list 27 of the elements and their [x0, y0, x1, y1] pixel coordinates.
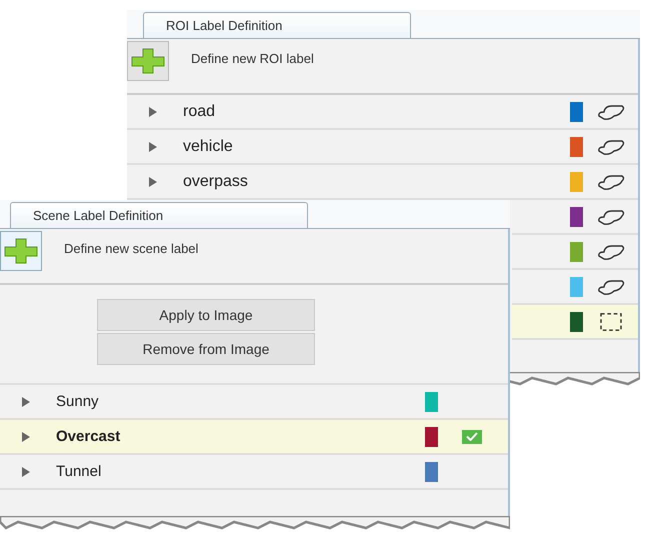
- add-label-button[interactable]: [0, 231, 42, 271]
- panel-tab[interactable]: Scene Label Definition: [10, 202, 308, 228]
- plus-icon: [131, 48, 165, 74]
- label-row[interactable]: Tunnel: [0, 455, 508, 490]
- label-row[interactable]: [512, 305, 638, 340]
- label-name: Overcast: [56, 428, 122, 445]
- expand-arrow-icon[interactable]: [149, 176, 157, 186]
- label-name: Tunnel: [56, 463, 102, 480]
- expand-arrow-icon[interactable]: [149, 106, 157, 116]
- panel-tab[interactable]: ROI Label Definition: [143, 12, 411, 38]
- label-name: road: [183, 102, 216, 120]
- expand-arrow-icon[interactable]: [22, 466, 30, 476]
- expand-arrow-icon[interactable]: [22, 432, 30, 442]
- action-button[interactable]: Apply to Image: [97, 299, 315, 331]
- label-row[interactable]: road: [127, 95, 638, 130]
- plus-icon: [4, 238, 38, 264]
- label-name: Sunny: [56, 393, 100, 410]
- label-row[interactable]: vehicle: [127, 130, 638, 165]
- add-label-button[interactable]: [127, 41, 169, 81]
- label-row[interactable]: Overcast: [0, 420, 508, 455]
- expand-arrow-icon[interactable]: [149, 142, 157, 152]
- action-button[interactable]: Remove from Image: [97, 333, 315, 365]
- add-label-text: Define new ROI label: [191, 51, 314, 66]
- add-label-text: Define new scene label: [64, 241, 198, 256]
- expand-arrow-icon[interactable]: [22, 396, 30, 406]
- label-name: vehicle: [183, 138, 234, 156]
- label-name: overpass: [183, 172, 249, 190]
